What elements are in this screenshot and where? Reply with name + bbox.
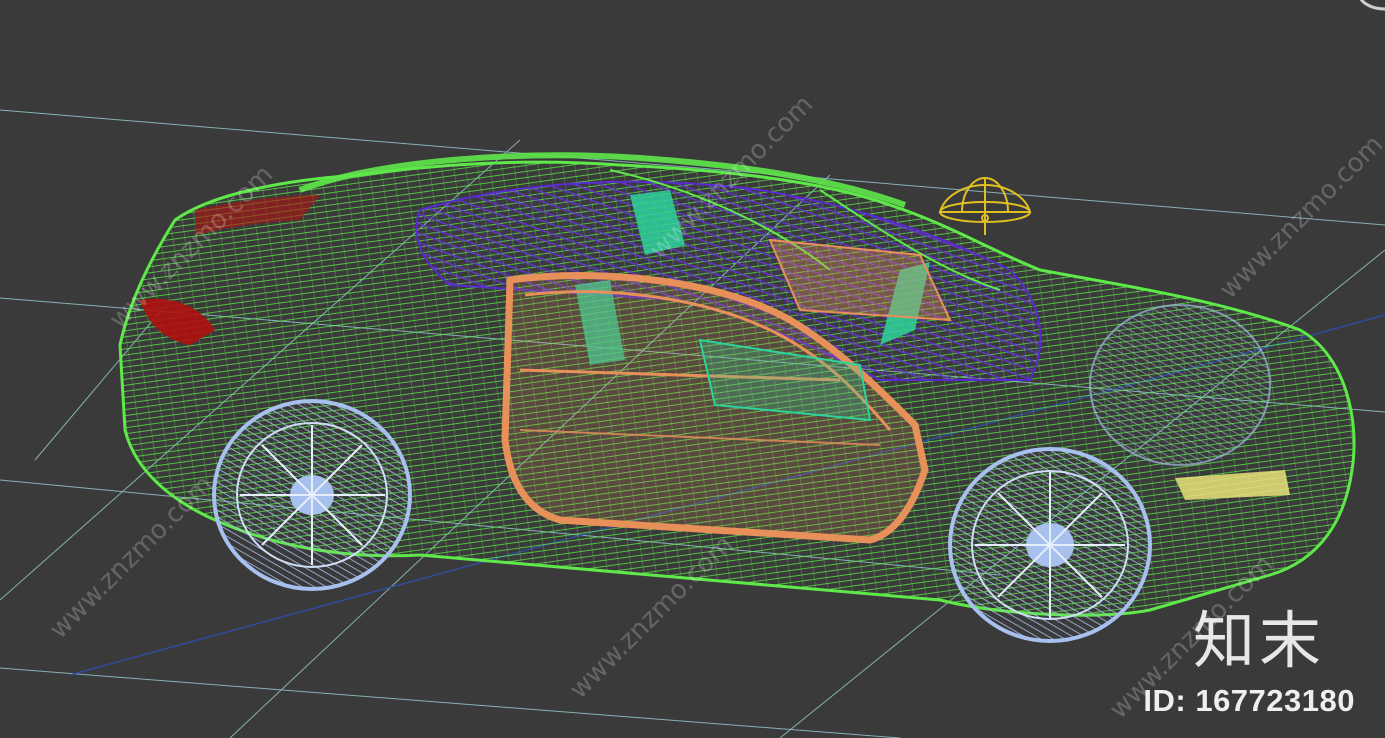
car-wheel-front	[948, 447, 1152, 643]
watermark-id: ID: 167723180	[1143, 683, 1355, 718]
site-watermark: www.znzmo.com	[1214, 130, 1385, 305]
omni-light-icon[interactable]	[938, 177, 1032, 235]
car-wireframe-model[interactable]	[118, 152, 1356, 643]
wireframe-scene[interactable]: www.znzmo.com www.znzmo.com www.znzmo.comw…	[0, 0, 1385, 738]
car-wheel-rear	[212, 399, 412, 591]
watermark-logo: 知末	[1192, 604, 1325, 677]
site-watermark: www.znzmo.com	[44, 470, 219, 645]
3d-viewport[interactable]: www.znzmo.com www.znzmo.com www.znzmo.com w…	[0, 0, 1385, 738]
view-cube-icon[interactable]	[1355, 0, 1385, 14]
